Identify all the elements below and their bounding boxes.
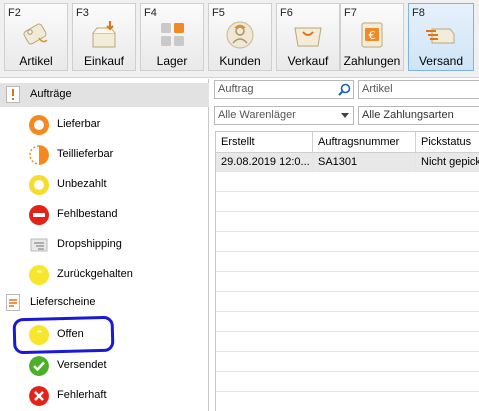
filter-bar: Auftrag Artikel Alle Warenläger Alle Zah… <box>210 79 479 127</box>
shortcut-key: F2 <box>8 7 21 19</box>
sidebar-item-fehlerhaft[interactable]: Fehlerhaft <box>0 381 209 411</box>
shipping-truck-icon <box>426 28 455 44</box>
sidebar-item-label: Lieferbar <box>57 118 101 130</box>
table-row-empty <box>216 293 479 312</box>
table-row[interactable]: 29.08.2019 12:0... SA1301 Nicht gepickt <box>216 153 479 172</box>
table-row-empty <box>216 393 479 411</box>
grid-header: Erstellt Auftragsnummer Pickstatus <box>216 132 479 153</box>
sidebar-group-label: Aufträge <box>30 88 72 100</box>
toolbar-label: Verkauf <box>287 54 329 68</box>
green-check-icon <box>29 356 49 376</box>
cell-pickstatus: Nicht gepickt <box>421 156 479 168</box>
sidebar-item-teillieferbar[interactable]: Teillieferbar <box>0 140 209 170</box>
toolbar-label: Versand <box>418 54 464 68</box>
payment-select[interactable]: Alle Zahlungsarten <box>358 106 479 125</box>
red-minus-icon <box>29 205 49 225</box>
toolbar-label: Artikel <box>19 54 53 68</box>
svg-text:€: € <box>369 29 376 42</box>
auftrag-placeholder: Auftrag <box>218 83 254 95</box>
sidebar-group-lieferscheine[interactable]: Lieferscheine <box>0 291 209 315</box>
cell-erstellt: 29.08.2019 12:0... <box>216 153 313 172</box>
tag-icon <box>23 23 48 45</box>
table-row-empty <box>216 173 479 192</box>
sidebar-item-label: Fehlerhaft <box>57 389 107 401</box>
chevron-down-icon <box>341 113 349 118</box>
table-row-empty <box>216 193 479 212</box>
sidebar-item-label: Dropshipping <box>57 238 122 250</box>
delivery-note-icon <box>6 294 20 311</box>
yellow-ellipsis-icon <box>29 265 49 285</box>
inbox-download-icon <box>92 21 116 48</box>
table-row-empty <box>216 333 479 352</box>
orders-grid: Erstellt Auftragsnummer Pickstatus 29.08… <box>215 131 479 411</box>
column-header-pickstatus[interactable]: Pickstatus <box>416 132 479 153</box>
payment-select-value: Alle Zahlungsarten <box>362 109 454 121</box>
warehouse-select-value: Alle Warenläger <box>218 109 296 121</box>
toolbar-button-lager[interactable]: F4 Lager <box>140 3 204 71</box>
sidebar-item-lieferbar[interactable]: Lieferbar <box>0 110 209 140</box>
column-header-auftragsnummer[interactable]: Auftragsnummer <box>313 132 416 153</box>
cell-auftragsnummer: SA1301 <box>313 153 416 172</box>
toolbar-label: Zahlungen <box>343 54 401 68</box>
sidebar-item-versendet[interactable]: Versendet <box>0 351 209 381</box>
sidebar-item-fehlbestand[interactable]: Fehlbestand <box>0 200 209 230</box>
euro-payment-icon: € <box>361 22 383 48</box>
sidebar-item-label: Fehlbestand <box>57 208 118 220</box>
sidebar-item-label: Versendet <box>57 359 107 371</box>
table-row-empty <box>216 373 479 392</box>
yellow-ring-icon <box>29 175 49 195</box>
artikel-placeholder: Artikel <box>362 83 393 95</box>
sidebar-item-dropshipping[interactable]: Dropshipping <box>0 230 209 260</box>
sidebar: Aufträge Lieferbar Teillieferbar Unbezah… <box>0 79 209 411</box>
toolbar-button-artikel[interactable]: F2 Artikel <box>4 3 68 71</box>
toolbar-button-zahlungen[interactable]: F7 € Zahlungen <box>340 3 404 71</box>
orange-ring-icon <box>29 115 49 135</box>
artikel-search-input[interactable]: Artikel <box>358 80 479 99</box>
toolbar-label: Einkauf <box>83 54 125 68</box>
warehouse-select[interactable]: Alle Warenläger <box>214 106 354 125</box>
sidebar-item-label: Zurückgehalten <box>57 268 133 280</box>
shortcut-key: F5 <box>212 7 225 19</box>
customer-icon <box>226 21 254 49</box>
sidebar-group-auftraege[interactable]: Aufträge <box>0 83 209 107</box>
shortcut-key: F6 <box>280 7 293 19</box>
column-header-erstellt[interactable]: Erstellt <box>216 132 313 153</box>
toolbar-button-einkauf[interactable]: F3 Einkauf <box>72 3 136 71</box>
shortcut-key: F7 <box>344 7 357 19</box>
sidebar-group-label: Lieferscheine <box>30 296 96 308</box>
toolbar-label: Kunden <box>219 54 261 68</box>
search-icon[interactable] <box>338 83 351 96</box>
sidebar-item-zurueckgehalten[interactable]: Zurückgehalten <box>0 260 209 290</box>
shortcut-key: F8 <box>412 7 425 19</box>
table-row-empty <box>216 213 479 232</box>
red-x-icon <box>29 386 49 406</box>
table-row-empty <box>216 273 479 292</box>
table-row-empty <box>216 313 479 332</box>
dropshipping-icon <box>30 238 48 252</box>
sales-basket-icon <box>294 27 322 47</box>
order-exclamation-icon <box>6 86 20 103</box>
table-row-empty <box>216 233 479 252</box>
auftrag-search-input[interactable]: Auftrag <box>214 80 354 99</box>
half-circle-icon <box>29 145 49 165</box>
table-row-empty <box>216 253 479 272</box>
shortcut-key: F4 <box>144 7 157 19</box>
toolbar-button-verkauf[interactable]: F6 Verkauf <box>276 3 340 71</box>
toolbar-button-kunden[interactable]: F5 Kunden <box>208 3 272 71</box>
toolbar-label: Lager <box>156 54 188 68</box>
sidebar-item-label: Unbezahlt <box>57 178 107 190</box>
shortcut-key: F3 <box>76 7 89 19</box>
sidebar-item-label: Teillieferbar <box>57 148 114 160</box>
main-toolbar: F2 Artikel F3 Einkauf F4 Lager F5 Kunden… <box>0 0 479 78</box>
sidebar-item-unbezahlt[interactable]: Unbezahlt <box>0 170 209 200</box>
toolbar-button-versand[interactable]: F8 Versand <box>408 3 474 71</box>
table-row-empty <box>216 353 479 372</box>
annotation-highlight <box>12 315 115 355</box>
warehouse-grid-icon <box>161 23 184 46</box>
